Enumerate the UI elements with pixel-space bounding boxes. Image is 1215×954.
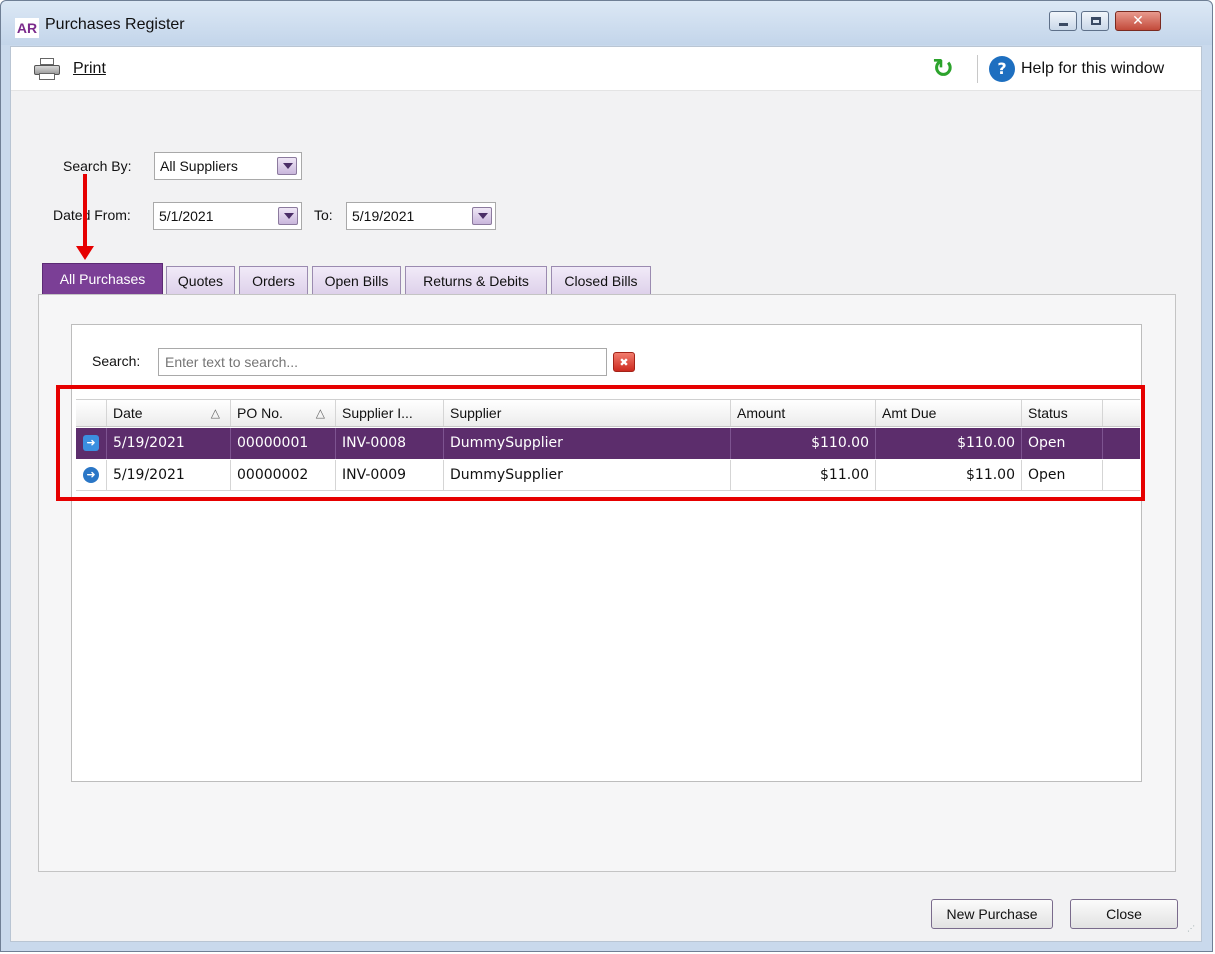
refresh-icon[interactable]: ↻ xyxy=(929,55,957,83)
cell-amount: $110.00 xyxy=(731,428,876,459)
cell-supplier: DummySupplier xyxy=(444,428,731,459)
tab-orders[interactable]: Orders xyxy=(239,266,308,295)
cell-status: Open xyxy=(1022,428,1103,459)
maximize-button[interactable] xyxy=(1081,11,1109,31)
search-by-label: Search By: xyxy=(63,158,132,174)
tab-open-bills[interactable]: Open Bills xyxy=(312,266,401,295)
open-record-icon[interactable]: ➜ xyxy=(83,435,99,451)
column-header-amount[interactable]: Amount xyxy=(731,400,876,426)
clear-search-icon[interactable]: ✖ xyxy=(613,352,635,372)
annotation-arrow xyxy=(83,174,87,250)
resize-grip-icon[interactable]: ⋰ xyxy=(1187,925,1197,937)
search-by-select[interactable]: All Suppliers xyxy=(154,152,302,180)
chevron-down-icon[interactable] xyxy=(278,207,298,225)
open-record-icon[interactable]: ➜ xyxy=(83,467,99,483)
column-header-date[interactable]: Date △ xyxy=(107,400,231,426)
help-label: Help for this window xyxy=(1021,60,1165,77)
cell-amount: $11.00 xyxy=(731,460,876,490)
to-label: To: xyxy=(314,207,333,223)
close-icon: ✕ xyxy=(1132,13,1144,29)
help-icon: ? xyxy=(989,56,1015,82)
toolbar-separator xyxy=(977,55,978,83)
cell-po-no: 00000002 xyxy=(231,460,336,490)
sort-ascending-icon: △ xyxy=(315,406,325,420)
column-header-po-no[interactable]: PO No. △ xyxy=(231,400,336,426)
to-date-value: 5/19/2021 xyxy=(352,208,415,224)
dated-from-input[interactable]: 5/1/2021 xyxy=(153,202,302,230)
to-date-input[interactable]: 5/19/2021 xyxy=(346,202,496,230)
column-header-supplier[interactable]: Supplier xyxy=(444,400,731,426)
close-button[interactable]: Close xyxy=(1070,899,1178,929)
column-header-po-no-label: PO No. xyxy=(237,405,283,421)
column-header-filler xyxy=(1103,400,1140,426)
toolbar: Print ↻ ? Help for this window xyxy=(11,47,1201,91)
purchases-register-window: AR Purchases Register ✕ Print ↻ ? Help f… xyxy=(0,0,1213,952)
annotation-arrow-head xyxy=(76,246,94,260)
dated-from-value: 5/1/2021 xyxy=(159,208,214,224)
app-logo-icon: AR xyxy=(15,18,39,38)
cell-filler xyxy=(1103,428,1140,459)
print-label: Print xyxy=(73,60,106,77)
cell-filler xyxy=(1103,460,1140,490)
printer-icon xyxy=(33,57,61,81)
new-purchase-button[interactable]: New Purchase xyxy=(931,899,1053,929)
dated-from-label: Dated From: xyxy=(53,207,131,223)
chevron-down-icon[interactable] xyxy=(277,157,297,175)
cell-supplier-inv: INV-0008 xyxy=(336,428,444,459)
row-selector-header xyxy=(76,400,107,426)
cell-po-no: 00000001 xyxy=(231,428,336,459)
column-header-status[interactable]: Status xyxy=(1022,400,1103,426)
table-row[interactable]: ➜ 5/19/2021 00000001 INV-0008 DummySuppl… xyxy=(76,428,1140,459)
tab-returns-debits[interactable]: Returns & Debits xyxy=(405,266,547,295)
cell-date: 5/19/2021 xyxy=(107,460,231,490)
help-button[interactable]: ? Help for this window xyxy=(989,56,1164,82)
row-selector[interactable]: ➜ xyxy=(76,460,107,490)
chevron-down-icon[interactable] xyxy=(472,207,492,225)
tab-closed-bills[interactable]: Closed Bills xyxy=(551,266,651,295)
cell-amt-due: $11.00 xyxy=(876,460,1022,490)
window-client-area: Print ↻ ? Help for this window Search By… xyxy=(10,46,1202,942)
title-bar[interactable]: AR Purchases Register ✕ xyxy=(1,1,1212,45)
maximize-icon xyxy=(1091,17,1101,25)
window-close-button[interactable]: ✕ xyxy=(1115,11,1161,31)
minimize-button[interactable] xyxy=(1049,11,1077,31)
tab-all-purchases[interactable]: All Purchases xyxy=(42,263,163,295)
cell-date: 5/19/2021 xyxy=(107,428,231,459)
column-header-date-label: Date xyxy=(113,405,143,421)
cell-supplier: DummySupplier xyxy=(444,460,731,490)
cell-supplier-inv: INV-0009 xyxy=(336,460,444,490)
table-header: Date △ PO No. △ Supplier I... Supplier A… xyxy=(76,399,1140,427)
tab-panel-all-purchases: Search: ✖ Date △ PO No. △ Sup xyxy=(38,294,1176,872)
purchases-list-panel: Search: ✖ Date △ PO No. △ Sup xyxy=(71,324,1142,782)
search-input[interactable] xyxy=(158,348,607,376)
minimize-icon xyxy=(1059,23,1068,26)
print-button[interactable]: Print xyxy=(33,56,106,82)
search-label: Search: xyxy=(92,353,141,369)
cell-amt-due: $110.00 xyxy=(876,428,1022,459)
sort-ascending-icon: △ xyxy=(210,406,220,420)
window-title: Purchases Register xyxy=(45,16,185,33)
column-header-supplier-inv[interactable]: Supplier I... xyxy=(336,400,444,426)
table-row[interactable]: ➜ 5/19/2021 00000002 INV-0009 DummySuppl… xyxy=(76,460,1140,491)
cell-status: Open xyxy=(1022,460,1103,490)
search-by-value: All Suppliers xyxy=(160,158,238,174)
row-selector[interactable]: ➜ xyxy=(76,428,107,459)
tab-quotes[interactable]: Quotes xyxy=(166,266,235,295)
column-header-amt-due[interactable]: Amt Due xyxy=(876,400,1022,426)
